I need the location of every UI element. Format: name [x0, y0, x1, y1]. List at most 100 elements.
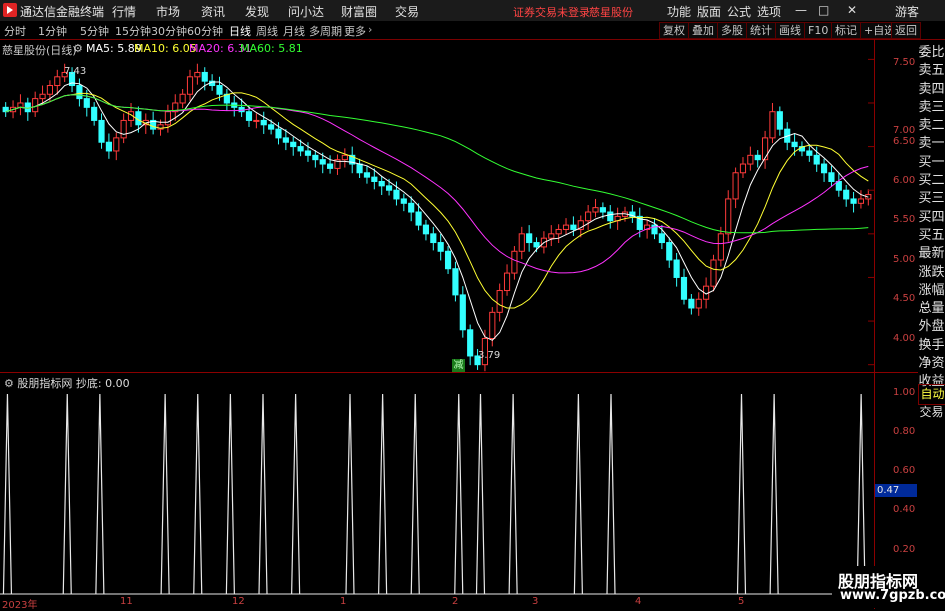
tab-1min[interactable]: 1分钟 — [38, 23, 67, 39]
tab-daily[interactable]: 日线 — [229, 23, 251, 39]
menu-item-trade[interactable]: 交易 — [395, 3, 419, 20]
menu-item-ask[interactable]: 问小达 — [288, 3, 324, 20]
login-notice[interactable]: 证券交易未登录 — [513, 4, 590, 20]
candle-body — [850, 198, 857, 204]
settings-gear-icon[interactable]: ⚙ — [4, 377, 14, 390]
side-item-bid4[interactable]: 买四 — [918, 209, 945, 227]
candle-body — [658, 233, 665, 244]
tab-60min[interactable]: 60分钟 — [187, 23, 223, 39]
candle-body — [194, 71, 201, 78]
candle-body — [437, 242, 444, 252]
candle-body — [46, 85, 54, 95]
menu-item-board[interactable]: 市场 — [156, 3, 180, 20]
guest-label[interactable]: 游客 — [895, 3, 919, 20]
candle-body — [393, 189, 400, 200]
buy-signal-badge: 减 — [452, 359, 465, 372]
candle-body — [253, 119, 260, 122]
candle-body — [444, 250, 452, 270]
price-tick-label: 5.50 — [893, 214, 916, 225]
draw-line-button[interactable]: 画线 — [775, 22, 805, 39]
tab-more[interactable]: 更多 — [344, 23, 366, 39]
f10-button[interactable]: F10 — [804, 22, 833, 39]
minimize-button[interactable]: — — [795, 3, 807, 17]
panel-separator — [0, 372, 918, 373]
candle-body — [164, 111, 171, 126]
menu-formula[interactable]: 公式 — [727, 3, 751, 20]
menu-item-market[interactable]: 行情 — [112, 3, 136, 20]
menu-item-news[interactable]: 资讯 — [201, 3, 225, 20]
ma10-label: MA10: 6.05 — [134, 42, 197, 55]
close-button[interactable]: ✕ — [847, 3, 857, 17]
tab-monthly[interactable]: 月线 — [283, 23, 305, 39]
indicator-tick-label: 1.00 — [893, 387, 916, 398]
tab-weekly[interactable]: 周线 — [256, 23, 278, 39]
stats-button[interactable]: 统计 — [746, 22, 776, 39]
quote-side-panel: 委比 卖五 卖四 卖三 卖二 卖一 买一 买二 买三 买四 买五 最新 涨跌 涨… — [918, 44, 945, 392]
candle-body — [341, 154, 348, 161]
candle-body — [828, 172, 835, 182]
candle-body — [503, 272, 511, 292]
tab-multi-period[interactable]: 多周期 — [309, 23, 342, 39]
menu-options[interactable]: 选项 — [757, 3, 781, 20]
side-item-bid2[interactable]: 买二 — [918, 172, 945, 190]
candle-body — [725, 198, 732, 235]
multi-stock-button[interactable]: 多股 — [717, 22, 747, 39]
side-item-bid5[interactable]: 买五 — [918, 227, 945, 245]
mark-button[interactable]: 标记 — [831, 22, 861, 39]
tab-auto[interactable]: 自动 — [918, 384, 945, 405]
menu-layout[interactable]: 版面 — [697, 3, 721, 20]
side-item-ask1[interactable]: 卖一 — [918, 135, 945, 153]
indicator-spike — [769, 393, 779, 595]
side-item-volume[interactable]: 总量 — [918, 300, 945, 318]
candle-body — [98, 119, 105, 143]
candle-body — [76, 85, 83, 100]
side-item-ask5[interactable]: 卖五 — [918, 62, 945, 80]
price-chart[interactable] — [0, 39, 874, 609]
tab-timeshare[interactable]: 分时 — [4, 23, 26, 39]
settings-gear-icon[interactable]: ⚙ — [73, 42, 83, 55]
back-button[interactable]: 返回 — [891, 22, 921, 39]
candle-body — [327, 163, 334, 169]
date-label: 2 — [452, 596, 459, 607]
side-item-change-pct[interactable]: 涨幅 — [918, 282, 945, 300]
price-tick-label: 6.00 — [893, 175, 916, 186]
price-tick-label: 4.50 — [893, 293, 916, 304]
side-item-turnover[interactable]: 换手 — [918, 337, 945, 355]
tab-30min[interactable]: 30分钟 — [151, 23, 187, 39]
menu-item-wealth[interactable]: 财富圈 — [341, 3, 377, 20]
side-item-ask4[interactable]: 卖四 — [918, 81, 945, 99]
indicator-tick-label: 0.80 — [893, 426, 916, 437]
side-item-commission-ratio[interactable]: 委比 — [918, 44, 945, 62]
candle-body — [17, 102, 24, 108]
menu-function[interactable]: 功能 — [667, 3, 691, 20]
adjust-button[interactable]: 复权 — [659, 22, 689, 39]
overlay-button[interactable]: 叠加 — [688, 22, 718, 39]
side-item-latest[interactable]: 最新 — [918, 245, 945, 263]
menu-item-discover[interactable]: 发现 — [245, 3, 269, 20]
indicator-value-tag: 0.47 — [875, 484, 917, 497]
maximize-button[interactable]: □ — [818, 3, 829, 17]
candle-body — [385, 185, 393, 191]
side-item-bid1[interactable]: 买一 — [918, 154, 945, 172]
candle-body — [415, 211, 422, 226]
indicator-tick-label: 0.40 — [893, 504, 916, 515]
side-item-net-assets[interactable]: 净资 — [918, 355, 945, 373]
side-item-outer-vol[interactable]: 外盘 — [918, 318, 945, 336]
candle-body — [452, 268, 459, 296]
tab-trade[interactable]: 交易 — [918, 403, 945, 422]
candle-body — [113, 137, 120, 152]
tab-5min[interactable]: 5分钟 — [80, 23, 109, 39]
side-item-change[interactable]: 涨跌 — [918, 264, 945, 282]
tab-15min[interactable]: 15分钟 — [115, 23, 151, 39]
candle-body — [607, 211, 614, 222]
price-tick-label: 4.00 — [893, 333, 916, 344]
current-stock-name[interactable]: 慈星股份 — [589, 4, 633, 20]
watermark-url: www.7gpzb.com — [840, 588, 945, 603]
side-item-bid3[interactable]: 买三 — [918, 190, 945, 208]
candle-body — [496, 290, 503, 313]
side-item-ask3[interactable]: 卖三 — [918, 99, 945, 117]
candle-body — [835, 180, 842, 191]
candle-body — [732, 172, 739, 200]
chevron-right-icon[interactable]: › — [368, 23, 372, 36]
side-item-ask2[interactable]: 卖二 — [918, 117, 945, 135]
